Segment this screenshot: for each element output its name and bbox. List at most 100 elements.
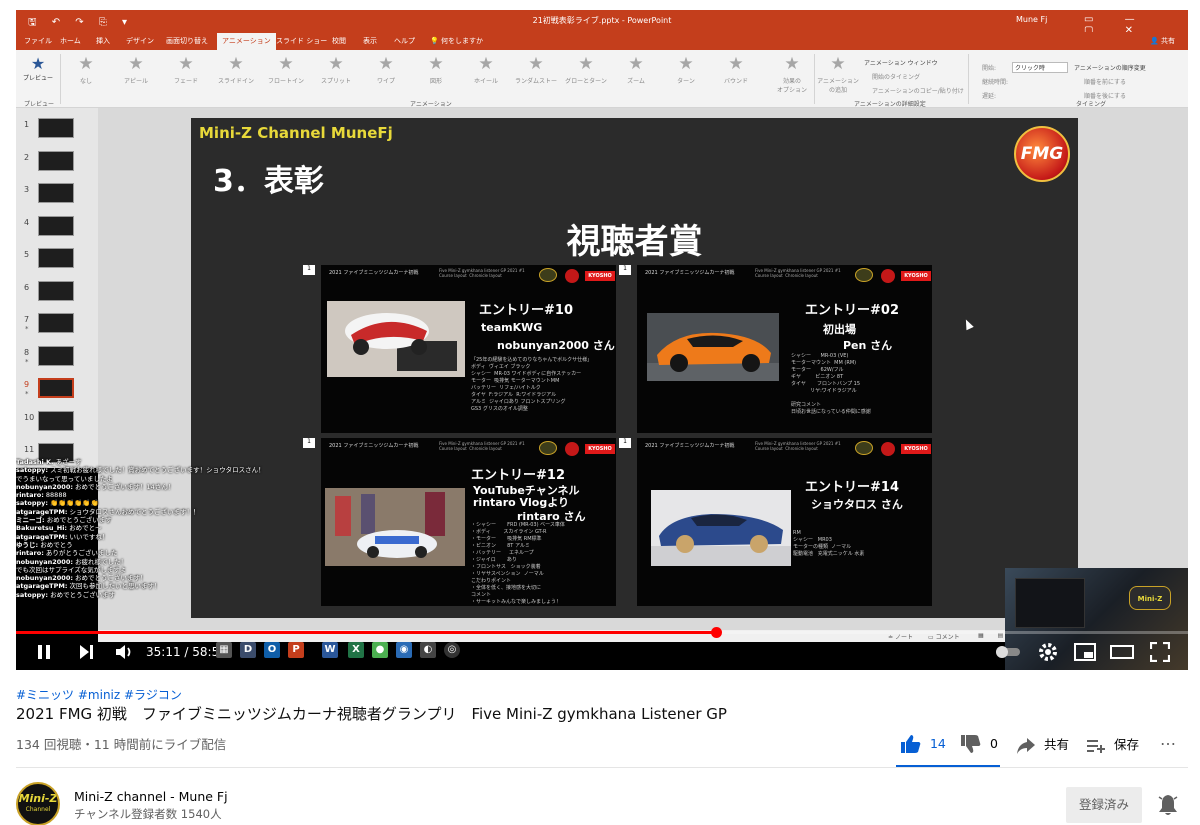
ppt-effect-options: ★ 効果の オプション [768,54,816,94]
entry-header: 2021 ファイブミニッツジムカーナ初戦 [329,270,419,276]
chat-text: 次回も参加したいと思います！ [69,582,161,591]
save-button[interactable]: 保存 [1086,734,1139,755]
ppt-animation-option: ★ なし [62,54,110,85]
share-button[interactable]: 共有 [1016,734,1069,755]
slide-channel-name: Mini-Z Channel MuneFj [199,124,393,142]
rc-car-photo [647,313,779,381]
chat-text: おめでとうございます [46,516,112,525]
pause-icon[interactable] [36,644,52,660]
chat-author: satoppy: [16,590,48,599]
playlist-add-icon [1087,739,1105,753]
ppt-reorder-title: アニメーションの順序変更 [1074,65,1146,72]
dislike-button[interactable]: 0 [960,734,998,754]
chat-author: rintaro: [16,549,44,558]
chat-author: ゆうじ: [16,540,39,549]
entry-title: エントリー#02 [805,303,899,318]
ppt-tab: スライド ショー [276,37,328,45]
autoplay-toggle[interactable] [996,646,1020,658]
ppt-tab: 画面切り替え [166,37,208,45]
rc-car-photo [327,301,465,377]
ppt-animation-option: ★ グローとターン [562,54,610,85]
divider [16,767,1188,768]
fullscreen-icon[interactable] [1150,642,1170,662]
settings-gear-icon[interactable] [1038,642,1058,662]
ppt-user-name: Mune Fj [1016,15,1048,24]
chat-text: 88888 [45,491,67,500]
entry-specs: シャシー MR-03 (VE) モーターマウント MM (RM) モーター 62… [791,353,871,415]
chat-message: nobunyan2000: おめでとうございます！14さん！ [16,483,276,491]
video-player[interactable]: 🖫 ↶ ↷ ⎘ ▾ 21初戦表彰ライブ.pptx - PowerPoint Mu… [16,10,1188,670]
ppt-animation-option: ★ ワイプ [362,54,410,85]
hashtags[interactable]: #ミニッツ #miniz #ラジコン [16,686,182,703]
slide-thumbnail [38,410,74,431]
thumbnail-number: 6 [24,282,30,292]
app-icon: ◎ [444,642,460,658]
powerpoint-icon: P [288,642,304,658]
star-icon: ★ [428,54,444,74]
youtube-watch-page: 🖫 ↶ ↷ ⎘ ▾ 21初戦表彰ライブ.pptx - PowerPoint Mu… [0,0,1200,825]
entry-slide-number: 1 [619,265,631,275]
entry-slide-number: 1 [619,438,631,448]
next-icon[interactable] [78,644,94,660]
star-icon: ★ [478,54,494,74]
thumbs-down-icon [961,735,981,753]
chat-text: いいですね！ [69,532,109,541]
entry-card: 1 2021 ファイブミニッツジムカーナ初戦 Five Mini-Z gymkh… [619,265,932,433]
miniplayer-icon[interactable] [1074,642,1096,662]
entry-line: nobunyan2000 さん [497,339,615,352]
kyosho-logo: KYOSHO [585,444,615,454]
thumbnail-animation-marker: * [25,390,29,398]
entry-card: 1 2021 ファイブミニッツジムカーナ初戦 Five Mini-Z gymkh… [619,438,932,606]
star-icon: ★ [178,54,194,74]
notification-bell-icon[interactable] [1156,793,1180,817]
subscribed-button[interactable]: 登録済み [1066,787,1142,823]
ppt-group-timing: タイミング [1076,101,1107,108]
entry-specs: RM シャシー MR03 モーターの種類 ノーマル 駆動電池 充電式ニッケル 水… [793,530,865,557]
chat-author: atgarageTPM: [16,507,68,516]
theater-mode-icon[interactable] [1110,642,1134,662]
chat-author: satoppy: [16,499,48,508]
star-icon: ★ [228,54,244,74]
entry-subheader: Five Mini-Z gymkhana listener GP 2021 #1… [439,441,525,451]
app-icon: D [240,642,256,658]
more-actions-button[interactable]: … [1160,730,1176,749]
entry-header: 2021 ファイブミニッツジムカーナ初戦 [645,270,735,276]
thumbnail-animation-marker: * [25,325,29,333]
chat-text: でも次回はサプライズな気がしますよ [16,565,127,574]
channel-name[interactable]: Mini-Z channel - Mune Fj [74,789,228,804]
chat-message: nobunyan2000: お疲れ様でした！ [16,558,276,566]
kyosho-logo: KYOSHO [585,271,615,281]
entry-line: teamKWG [481,321,543,334]
view-count-info: 134 回視聴・11 時間前にライブ配信 [16,737,227,752]
entry-header: 2021 ファイブミニッツジムカーナ初戦 [329,443,419,449]
volume-icon[interactable] [114,642,134,662]
share-icon [1017,737,1035,754]
star-icon: ★ [528,54,544,74]
slide: Mini-Z Channel MuneFj 3．表彰 視聴者賞 FMG 1 20… [191,118,1078,618]
entry-line: Pen さん [843,339,893,352]
outlook-icon: O [264,642,280,658]
slide-thumbnail [38,280,74,301]
entry-specs: 「25年の経験を込めてのりなちゃんでボルクサ仕様」 ボディ ヴィエイ ブラック … [471,357,593,412]
entry-slide-number: 1 [303,438,315,448]
ppt-animation-option: ★ ズーム [612,54,660,85]
ppt-tab: ホーム [60,37,81,45]
ppt-start-dropdown: クリック時 [1012,62,1068,73]
time-display: 35:11 / 58:56 [146,634,227,670]
channel-avatar[interactable]: Mini-Z Channel [16,782,60,825]
thumbnail-number: 9 [24,380,30,389]
fmg-mini-logo [881,442,895,456]
ppt-animation-option: ★ スライドイン [212,54,260,85]
chat-author: Bakuretsu_Hi: [16,524,68,533]
chat-author: ミニーゴ: [16,516,45,525]
subscriber-count: チャンネル登録者数 1540人 [74,807,222,821]
dislike-count: 0 [989,735,998,751]
ppt-tab: ファイル [24,37,52,45]
ppt-animation-option: ★ スプリット [312,54,360,85]
like-button[interactable]: 14 [900,734,946,754]
mini-z-badge: Mini-Z [1129,586,1171,610]
ppt-duration-label: 継続時間: [982,79,1009,86]
entry-subheader: Five Mini-Z gymkhana listener GP 2021 #1… [755,268,841,278]
star-icon: ★ [128,54,144,74]
thumbnail-number: 2 [24,152,30,162]
